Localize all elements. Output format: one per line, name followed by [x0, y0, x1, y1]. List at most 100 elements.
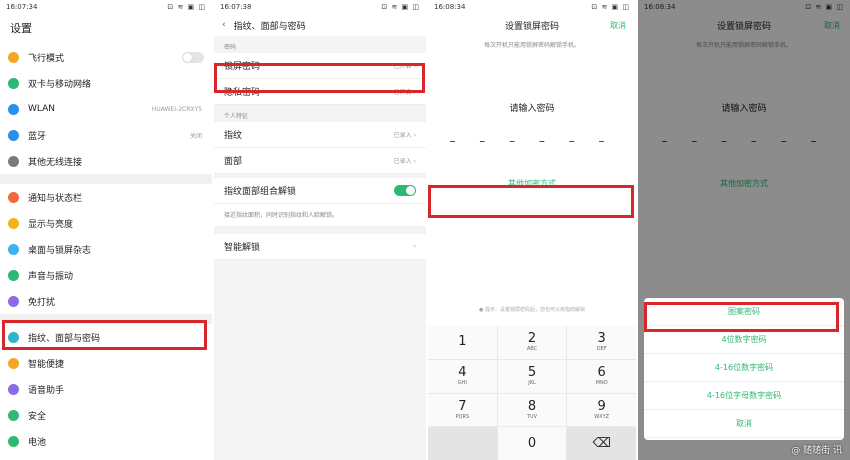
settings-item[interactable]: 电池: [0, 428, 212, 454]
combo-note: 接近指纹面积，同时识别指纹和人脸解锁。: [214, 204, 426, 226]
keypad-key[interactable]: 5 JKL: [497, 359, 567, 393]
status-icons: ⊡ ≋ ▣ ◫: [381, 3, 420, 11]
keypad-key[interactable]: 2 ABC: [497, 326, 567, 359]
brightness-icon: [8, 217, 19, 229]
settings-item-label: 智能便捷: [28, 359, 65, 370]
password-type-option[interactable]: 4-16位数字密码: [644, 354, 844, 382]
highlight-box: [214, 63, 425, 93]
section-label-personal: 个人特征: [224, 113, 249, 120]
wallpaper-icon: [8, 243, 19, 255]
key-digit: 0: [527, 435, 537, 451]
sheet-cancel-button[interactable]: 取消: [644, 410, 844, 438]
settings-group-connectivity: 飞行模式双卡与移动网络 WLAN HUAWEI-2CRXY5 蓝牙 关闭其他无线连接: [0, 44, 212, 174]
keypad-key[interactable]: 1: [428, 326, 497, 359]
settings-item[interactable]: 飞行模式: [0, 44, 212, 70]
settings-item-label: 显示与亮度: [28, 219, 74, 230]
item-state: 已录入 ›: [393, 158, 416, 165]
item-label: 面部: [224, 157, 243, 167]
settings-item-label: 安全: [28, 411, 47, 422]
watermark: @ 随随街 讯: [791, 446, 842, 456]
chevron-right-icon: ›: [413, 243, 416, 250]
key-letters: JKL: [528, 380, 536, 387]
key-letters: TUV: [526, 413, 538, 420]
settings-item[interactable]: 声音与振动: [0, 262, 212, 288]
highlight-box: [2, 320, 207, 350]
settings-item[interactable]: 智能便捷: [0, 350, 212, 376]
keypad-key[interactable]: 8 TUV: [497, 393, 567, 427]
password-dashes: – – – – – –: [449, 134, 615, 148]
settings-item[interactable]: 蓝牙 关闭: [0, 122, 212, 148]
combo-unlock-toggle[interactable]: [394, 185, 416, 196]
notification-icon: [8, 191, 19, 203]
smart-unlock-item[interactable]: 智能解锁 ›: [214, 234, 426, 260]
moon-icon: [8, 295, 19, 307]
settings-item-label: 飞行模式: [28, 53, 65, 64]
settings-panel: 16:07:34 ⊡ ≋ ▣ ◫ 设置 飞行模式 双卡与移动网络 WLAN HUAWE…: [0, 0, 212, 460]
settings-item-label: WLAN: [28, 104, 56, 114]
keypad-key[interactable]: 6 MNO: [567, 359, 636, 393]
item-label: 指纹: [224, 131, 243, 141]
sim-icon: [8, 77, 19, 89]
fingerprint-item[interactable]: 指纹 已录入 ›: [214, 122, 426, 148]
combo-unlock-item: 指纹面部组合解锁: [214, 178, 426, 204]
tip-text: ● 提示：设置锁屏密码后，您也可以用指纹解锁: [479, 307, 585, 313]
key-letters: WXYZ: [594, 413, 610, 420]
back-arrow-icon[interactable]: ‹: [222, 20, 226, 30]
item-state: 已录入 ›: [393, 132, 416, 139]
settings-item[interactable]: 通知与状态栏: [0, 184, 212, 210]
status-icons: ⊡ ≋ ▣ ◫: [167, 3, 206, 11]
settings-item[interactable]: WLAN HUAWEI-2CRXY5: [0, 96, 212, 122]
settings-item[interactable]: 安全: [0, 402, 212, 428]
password-type-panel: 16:08:34 ⊡ ≋ ▣ ◫ 设置锁屏密码 取消 每次开机只能用锁屏密码解锁…: [638, 0, 850, 460]
keypad-key[interactable]: 4 GHI: [428, 359, 497, 393]
settings-item-label: 语音助手: [28, 385, 65, 396]
keypad-key[interactable]: 0: [497, 427, 567, 460]
settings-item-label: 双卡与移动网络: [28, 79, 92, 90]
settings-item[interactable]: 桌面与锁屏杂志: [0, 236, 212, 262]
settings-item[interactable]: 显示与亮度: [0, 210, 212, 236]
keypad-key[interactable]: 3 DEF: [567, 326, 636, 359]
set-lock-password-panel: 16:08:34 ⊡ ≋ ▣ ◫ 设置锁屏密码 取消 每次开机只能用锁屏密码解锁…: [428, 0, 636, 460]
keypad-key: [428, 427, 497, 460]
key-letters: ABC: [526, 346, 538, 353]
status-bar: 16:07:38 ⊡ ≋ ▣ ◫: [214, 0, 426, 14]
settings-item-label: 声音与振动: [28, 271, 74, 282]
section-label-password: 密码: [224, 44, 237, 51]
settings-item-label: 通知与状态栏: [28, 193, 83, 204]
key-digit: 9: [597, 398, 606, 414]
password-type-option[interactable]: 4-16位字母数字密码: [644, 382, 844, 410]
subtitle: 每次开机只能用锁屏密码解锁手机。: [483, 42, 580, 49]
item-label: 智能解锁: [224, 243, 261, 253]
backspace-icon: ⌫: [592, 435, 611, 451]
face-item[interactable]: 面部 已录入 ›: [214, 148, 426, 174]
settings-item[interactable]: 双卡与移动网络: [0, 70, 212, 96]
highlight-box: [644, 302, 839, 332]
status-icons: ⊡ ≋ ▣ ◫: [591, 3, 630, 11]
settings-group-display: 通知与状态栏 显示与亮度桌面与锁屏杂志声音与振动免打扰: [0, 184, 212, 314]
key-letters: PQRS: [455, 413, 470, 420]
key-digit: 2: [527, 331, 537, 347]
page-title: 指纹、面部与密码: [233, 21, 306, 32]
numeric-keypad: 1 2 ABC 3 DEF 4 GHI 5 JKL 6 MNO 7 PQRS 8 TUV 9 WXYZ 0 ⌫: [428, 326, 636, 460]
voice-icon: [8, 383, 19, 395]
backspace-key[interactable]: ⌫: [567, 427, 636, 460]
key-letters: GHI: [457, 380, 467, 387]
key-digit: 7: [458, 398, 467, 414]
smart-icon: [8, 357, 19, 369]
cancel-button[interactable]: 取消: [610, 20, 626, 31]
settings-item-label: 其他无线连接: [28, 157, 83, 168]
airplane-mode-toggle[interactable]: [182, 51, 204, 63]
divider: [0, 174, 212, 184]
key-letters: DEF: [596, 346, 607, 353]
settings-item[interactable]: 免打扰: [0, 288, 212, 314]
keypad-key[interactable]: 9 WXYZ: [567, 393, 636, 427]
battery-icon: [8, 435, 19, 447]
settings-item[interactable]: 语音助手: [0, 376, 212, 402]
page-title: 设置锁屏密码: [504, 21, 559, 32]
wifi-icon: [8, 103, 19, 115]
status-time: 16:07:34: [6, 3, 38, 11]
settings-item-label: 电池: [28, 437, 47, 448]
keypad-key[interactable]: 7 PQRS: [428, 393, 497, 427]
highlight-box: [428, 185, 634, 218]
settings-item[interactable]: 其他无线连接: [0, 148, 212, 174]
